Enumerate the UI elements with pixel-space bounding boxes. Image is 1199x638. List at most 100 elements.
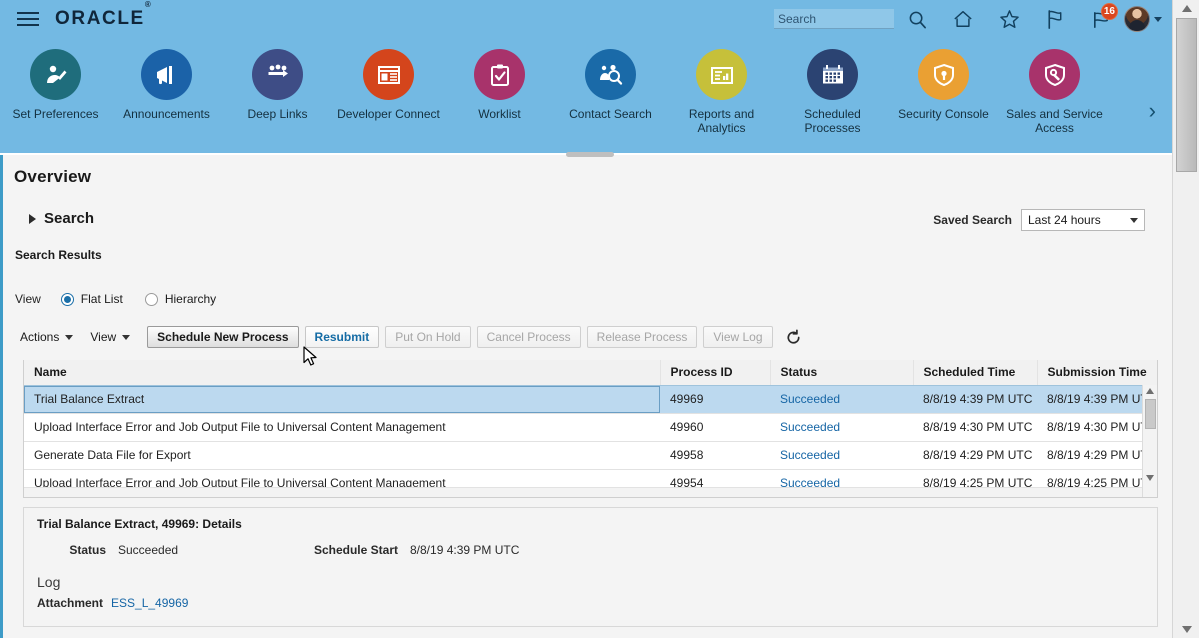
springboard-item-sales-and-service-access[interactable]: Sales and Service Access bbox=[999, 49, 1110, 135]
radio-indicator bbox=[145, 293, 158, 306]
springboard-label: Scheduled Processes bbox=[781, 107, 885, 135]
springboard-label: Security Console bbox=[892, 107, 996, 121]
triangle-right-icon bbox=[29, 214, 36, 224]
search-input[interactable] bbox=[774, 9, 894, 29]
radio-indicator bbox=[61, 293, 74, 306]
springboard-item-developer-connect[interactable]: Developer Connect bbox=[333, 49, 444, 121]
table-row[interactable]: Trial Balance Extract 49969 Succeeded 8/… bbox=[24, 385, 1158, 413]
table-horizontal-scrollbar[interactable] bbox=[24, 487, 1142, 497]
refresh-icon[interactable] bbox=[785, 329, 802, 346]
home-icon[interactable] bbox=[940, 0, 986, 38]
schedule-new-process-button[interactable]: Schedule New Process bbox=[147, 326, 298, 348]
oracle-registered-mark: ® bbox=[145, 0, 151, 9]
view-radio-hierarchy-label: Hierarchy bbox=[165, 292, 216, 306]
resubmit-button[interactable]: Resubmit bbox=[305, 326, 380, 348]
deep-links-icon bbox=[252, 49, 303, 100]
status-link[interactable]: Succeeded bbox=[780, 448, 840, 462]
springboard-label: Contact Search bbox=[559, 107, 663, 121]
springboard-label: Worklist bbox=[448, 107, 552, 121]
reports-analytics-icon bbox=[696, 49, 747, 100]
favorites-star-icon[interactable] bbox=[986, 0, 1032, 38]
process-details-panel: Trial Balance Extract, 49969: Details St… bbox=[23, 507, 1158, 627]
saved-search-label: Saved Search bbox=[933, 213, 1012, 227]
page-scroll-down-arrow-icon[interactable] bbox=[1173, 621, 1199, 638]
announcements-megaphone-icon bbox=[141, 49, 192, 100]
search-section-label: Search bbox=[44, 210, 94, 227]
springboard-item-security-console[interactable]: Security Console bbox=[888, 49, 999, 121]
status-link[interactable]: Succeeded bbox=[780, 392, 840, 406]
column-header-scheduled-time[interactable]: Scheduled Time bbox=[913, 360, 1037, 385]
scroll-down-arrow-icon[interactable] bbox=[1146, 475, 1154, 481]
results-toolbar: Actions View Schedule New Process Resubm… bbox=[3, 325, 1172, 349]
flag-icon[interactable] bbox=[1032, 0, 1078, 38]
saved-search-group: Saved Search Last 24 hours bbox=[933, 209, 1145, 231]
view-radio-hierarchy[interactable]: Hierarchy bbox=[145, 292, 216, 306]
view-radio-flat-list[interactable]: Flat List bbox=[61, 292, 123, 306]
put-on-hold-button: Put On Hold bbox=[385, 326, 470, 348]
cell-process-id: 49958 bbox=[660, 441, 770, 469]
column-header-name[interactable]: Name bbox=[24, 360, 660, 385]
cell-status: Succeeded bbox=[770, 413, 913, 441]
oracle-logo[interactable]: ORACLE® bbox=[55, 9, 151, 28]
saved-search-select[interactable]: Last 24 hours bbox=[1021, 209, 1145, 231]
worklist-clipboard-icon bbox=[474, 49, 525, 100]
springboard-icon-strip: Set Preferences Announcements Deep Links… bbox=[0, 38, 1172, 153]
attachment-row: Attachment ESS_L_49969 bbox=[24, 596, 1157, 610]
page-vertical-scrollbar[interactable] bbox=[1172, 0, 1199, 638]
page-scroll-up-arrow-icon[interactable] bbox=[1173, 0, 1199, 17]
hamburger-menu-icon[interactable] bbox=[17, 11, 39, 27]
page-scrollbar-thumb[interactable] bbox=[1176, 18, 1197, 172]
release-process-button: Release Process bbox=[587, 326, 698, 348]
cell-process-id: 49960 bbox=[660, 413, 770, 441]
scrollbar-thumb[interactable] bbox=[1145, 399, 1156, 429]
table-vertical-scrollbar[interactable] bbox=[1142, 385, 1157, 497]
details-fields-row: Status Succeeded Schedule Start 8/8/19 4… bbox=[24, 543, 1157, 557]
set-preferences-icon bbox=[30, 49, 81, 100]
status-link[interactable]: Succeeded bbox=[780, 420, 840, 434]
application-window: ORACLE® 16 bbox=[0, 0, 1199, 638]
springboard-item-worklist[interactable]: Worklist bbox=[444, 49, 555, 121]
cell-scheduled-time: 8/8/19 4:39 PM UTC bbox=[913, 385, 1037, 413]
table-row[interactable]: Upload Interface Error and Job Output Fi… bbox=[24, 413, 1158, 441]
view-radio-flat-list-label: Flat List bbox=[81, 292, 123, 306]
actions-menu-button[interactable]: Actions bbox=[20, 330, 73, 344]
column-header-submission-time[interactable]: Submission Time bbox=[1037, 360, 1158, 385]
view-log-button: View Log bbox=[703, 326, 772, 348]
avatar bbox=[1124, 6, 1150, 32]
view-menu-button[interactable]: View bbox=[90, 330, 130, 344]
cell-scheduled-time: 8/8/19 4:29 PM UTC bbox=[913, 441, 1037, 469]
search-icon[interactable] bbox=[894, 0, 940, 38]
details-schedule-start-value: 8/8/19 4:39 PM UTC bbox=[410, 543, 519, 557]
view-mode-row: View Flat List Hierarchy bbox=[3, 289, 1172, 309]
cell-name: Trial Balance Extract bbox=[24, 385, 660, 413]
table-row[interactable]: Generate Data File for Export 49958 Succ… bbox=[24, 441, 1158, 469]
cell-name: Upload Interface Error and Job Output Fi… bbox=[24, 413, 660, 441]
details-status-value: Succeeded bbox=[118, 543, 278, 557]
user-menu[interactable] bbox=[1124, 6, 1166, 32]
attachment-link[interactable]: ESS_L_49969 bbox=[111, 596, 188, 610]
contact-search-icon bbox=[585, 49, 636, 100]
global-header-actions: 16 bbox=[774, 0, 1172, 38]
chevron-down-icon bbox=[1130, 218, 1138, 223]
cell-submission-time: 8/8/19 4:29 PM UTC bbox=[1037, 441, 1158, 469]
springboard-item-announcements[interactable]: Announcements bbox=[111, 49, 222, 121]
notifications-bell-icon[interactable]: 16 bbox=[1078, 0, 1124, 38]
chevron-down-icon bbox=[122, 335, 130, 340]
springboard-label: Sales and Service Access bbox=[1003, 107, 1107, 135]
springboard-label: Announcements bbox=[115, 107, 219, 121]
log-section-heading: Log bbox=[24, 574, 1157, 590]
springboard-item-set-preferences[interactable]: Set Preferences bbox=[0, 49, 111, 121]
springboard-item-deep-links[interactable]: Deep Links bbox=[222, 49, 333, 121]
search-section-row: Search Saved Search Last 24 hours bbox=[3, 200, 1172, 246]
view-mode-label: View bbox=[15, 292, 41, 306]
column-header-status[interactable]: Status bbox=[770, 360, 913, 385]
column-header-process-id[interactable]: Process ID bbox=[660, 360, 770, 385]
springboard-next-chevron-icon[interactable]: › bbox=[1149, 100, 1156, 122]
panel-splitter-handle[interactable] bbox=[566, 152, 614, 157]
springboard-item-scheduled-processes[interactable]: Scheduled Processes bbox=[777, 49, 888, 135]
springboard-item-reports-and-analytics[interactable]: Reports and Analytics bbox=[666, 49, 777, 135]
search-disclosure-toggle[interactable]: Search bbox=[29, 210, 94, 227]
springboard-item-contact-search[interactable]: Contact Search bbox=[555, 49, 666, 121]
view-menu-label: View bbox=[90, 330, 116, 344]
scroll-up-arrow-icon[interactable] bbox=[1146, 388, 1154, 394]
